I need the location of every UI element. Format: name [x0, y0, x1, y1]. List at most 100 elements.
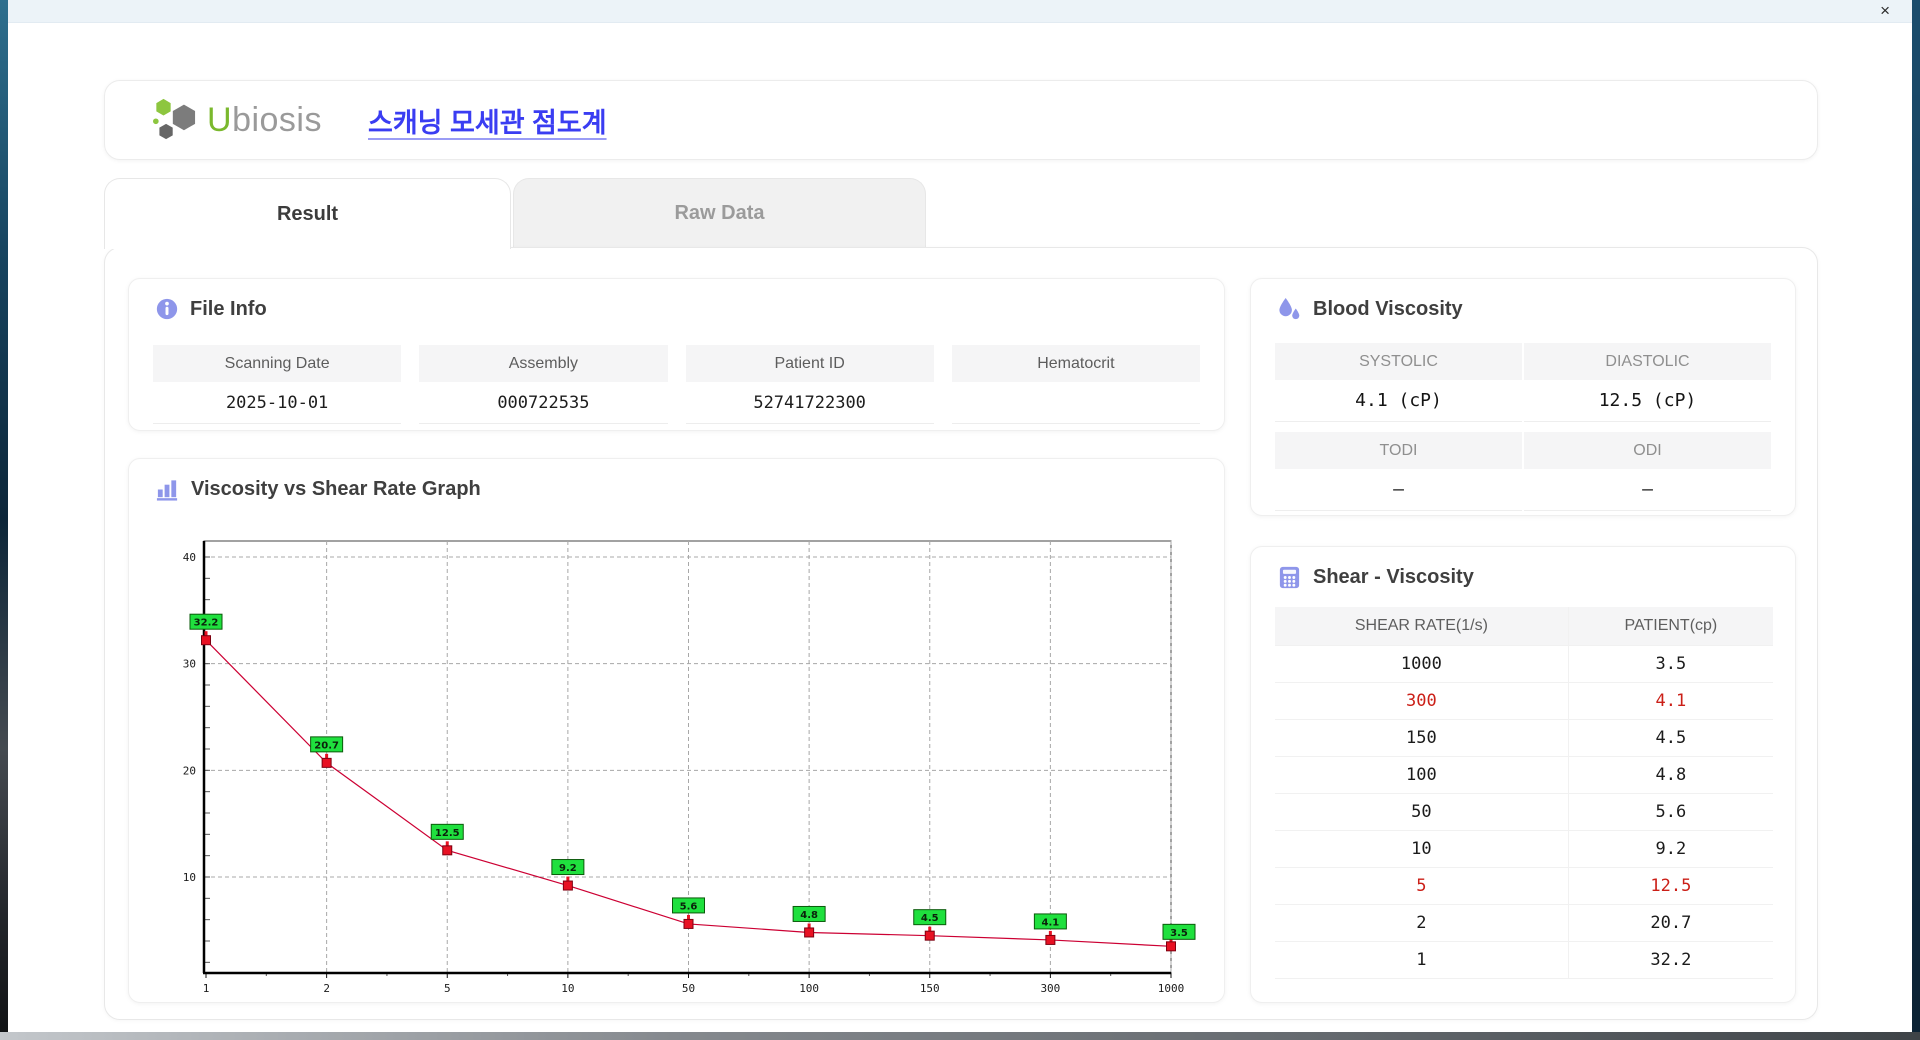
shear-rate-cell: 150	[1275, 718, 1569, 756]
ubiosis-logo: Ubiosis	[151, 97, 322, 143]
diastolic-value: 12.5 (cP)	[1524, 380, 1771, 422]
svg-text:3.5: 3.5	[1170, 928, 1188, 939]
app-window: × Ubiosis 스캐닝 모세관 점도계 Result Raw Data Fi…	[0, 0, 1920, 1040]
svg-text:9.2: 9.2	[559, 863, 577, 874]
blood-viscosity-card: Blood Viscosity SYSTOLIC DIASTOLIC 4.1 (…	[1250, 278, 1796, 516]
field-value: 2025-10-01	[153, 382, 402, 424]
svg-text:100: 100	[799, 982, 819, 995]
shear-row: 100 4.8	[1275, 755, 1773, 793]
field-hematocrit: Hematocrit	[951, 345, 1200, 424]
svg-text:10: 10	[561, 982, 574, 995]
diastolic-label: DIASTOLIC	[1524, 343, 1771, 380]
bar-chart-icon	[156, 480, 178, 501]
info-icon	[156, 298, 178, 320]
shear-rate-cell: 5	[1275, 866, 1569, 904]
field-value	[951, 382, 1200, 424]
logo-text-u: U	[207, 100, 233, 139]
field-assembly: Assembly 000722535	[419, 345, 668, 424]
tab-result[interactable]: Result	[104, 178, 511, 249]
field-label: Patient ID	[685, 345, 934, 382]
svg-text:4.1: 4.1	[1042, 917, 1060, 928]
ubiosis-logo-icon	[153, 98, 196, 140]
shear-row: 50 5.6	[1275, 792, 1773, 830]
svg-text:5: 5	[444, 982, 451, 995]
field-patient-id: Patient ID 52741722300	[685, 345, 934, 424]
svg-text:20: 20	[183, 764, 196, 777]
svg-text:4.5: 4.5	[921, 913, 939, 924]
viscosity-shear-chart: 10 20 30 40 1 2 5 10 50 100 150 300 1000 32.2 20.7 12.5…	[183, 540, 1196, 995]
logo-text-rest: biosis	[232, 100, 322, 139]
systolic-label: SYSTOLIC	[1275, 343, 1522, 380]
file-info-title-text: File Info	[190, 297, 267, 320]
svg-text:40: 40	[183, 551, 196, 564]
file-info-fields: Scanning Date 2025-10-01 Assembly 000722…	[153, 345, 1200, 424]
patient-cell: 20.7	[1567, 903, 1773, 941]
patient-cell: 4.8	[1567, 755, 1773, 793]
shear-rate-cell: 100	[1275, 755, 1569, 793]
desktop-edge-left	[0, 0, 8, 1040]
svg-text:50: 50	[682, 982, 695, 995]
taskbar-strip	[0, 1032, 1920, 1040]
odi-value: –	[1524, 469, 1771, 511]
shear-rate-cell: 10	[1275, 829, 1569, 867]
shear-rate-cell: 300	[1275, 681, 1569, 719]
patient-cell: 12.5	[1567, 866, 1773, 904]
patient-cell: 9.2	[1567, 829, 1773, 867]
systolic-value: 4.1 (cP)	[1275, 380, 1522, 422]
graph-title: Viscosity vs Shear Rate Graph	[155, 477, 481, 502]
svg-text:12.5: 12.5	[435, 828, 460, 839]
file-info-card: File Info Scanning Date 2025-10-01 Assem…	[128, 278, 1225, 431]
svg-text:20.7: 20.7	[314, 740, 339, 751]
svg-text:4.8: 4.8	[800, 910, 818, 921]
svg-text:2: 2	[323, 982, 330, 995]
todi-value: –	[1275, 469, 1522, 511]
svg-text:10: 10	[183, 871, 196, 884]
shear-rate-cell: 50	[1275, 792, 1569, 830]
shear-row: 5 12.5	[1275, 866, 1773, 904]
svg-text:32.2: 32.2	[194, 618, 219, 629]
shear-row: 1 32.2	[1275, 940, 1773, 979]
droplets-icon	[1279, 297, 1300, 320]
svg-text:150: 150	[920, 982, 940, 995]
shear-row: 150 4.5	[1275, 718, 1773, 756]
graph-title-text: Viscosity vs Shear Rate Graph	[191, 478, 481, 500]
header-card: Ubiosis 스캐닝 모세관 점도계	[104, 80, 1818, 160]
blood-viscosity-title: Blood Viscosity	[1277, 297, 1463, 322]
shear-row: 1000 3.5	[1275, 644, 1773, 682]
patient-cell: 4.5	[1567, 718, 1773, 756]
shear-viscosity-card: Shear - Viscosity SHEAR RATE(1/s) PATIEN…	[1250, 546, 1796, 1003]
shear-row: 300 4.1	[1275, 681, 1773, 719]
patient-cell: 3.5	[1567, 644, 1773, 682]
close-icon[interactable]: ×	[1880, 0, 1890, 22]
shear-row: 2 20.7	[1275, 903, 1773, 941]
svg-text:1000: 1000	[1158, 982, 1185, 995]
col-shear-rate: SHEAR RATE(1/s)	[1275, 607, 1569, 645]
blood-viscosity-title-text: Blood Viscosity	[1313, 298, 1463, 320]
tab-raw-data[interactable]: Raw Data	[513, 178, 926, 247]
field-scanning-date: Scanning Date 2025-10-01	[153, 345, 402, 424]
field-value: 000722535	[419, 382, 668, 424]
shear-rate-cell: 1000	[1275, 644, 1569, 682]
calculator-icon	[1279, 566, 1300, 589]
window-titlebar: ×	[8, 0, 1912, 23]
svg-text:30: 30	[183, 658, 196, 671]
patient-cell: 4.1	[1567, 681, 1773, 719]
shear-rate-cell: 2	[1275, 903, 1569, 941]
col-patient: PATIENT(cp)	[1567, 607, 1773, 645]
blood-viscosity-grid: SYSTOLIC DIASTOLIC 4.1 (cP) 12.5 (cP) TO…	[1275, 343, 1771, 511]
shear-rate-cell: 1	[1275, 940, 1569, 979]
shear-row: 10 9.2	[1275, 829, 1773, 867]
svg-text:1: 1	[203, 982, 210, 995]
shear-viscosity-title: Shear - Viscosity	[1277, 565, 1474, 590]
svg-text:300: 300	[1040, 982, 1060, 995]
shear-viscosity-table: SHEAR RATE(1/s) PATIENT(cp) 1000 3.5 300 4…	[1275, 607, 1773, 979]
file-info-title: File Info	[155, 297, 267, 321]
svg-text:5.6: 5.6	[680, 901, 698, 912]
todi-label: TODI	[1275, 432, 1522, 469]
field-label: Scanning Date	[153, 345, 402, 382]
field-label: Assembly	[419, 345, 668, 382]
odi-label: ODI	[1524, 432, 1771, 469]
graph-card: Viscosity vs Shear Rate Graph 10 20 30 40 1 2…	[128, 458, 1225, 1003]
patient-cell: 5.6	[1567, 792, 1773, 830]
